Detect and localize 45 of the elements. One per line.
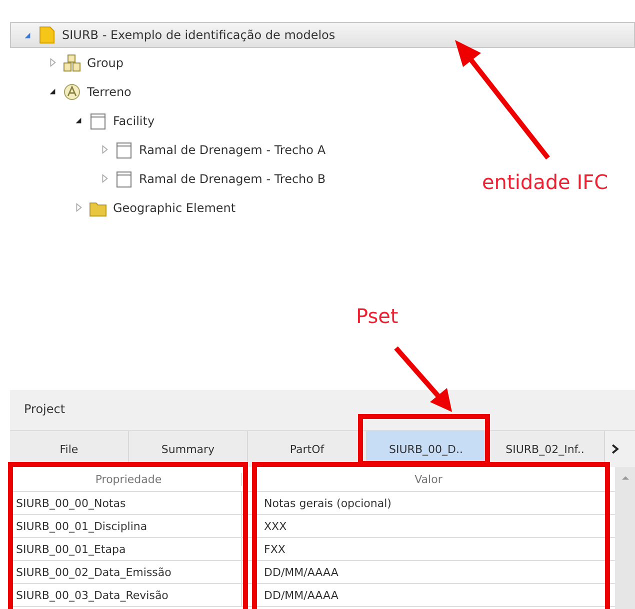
- collapsed-triangle-icon[interactable]: [74, 203, 83, 212]
- tree-label: Ramal de Drenagem - Trecho A: [139, 142, 326, 156]
- tree-item[interactable]: Terreno: [10, 77, 136, 106]
- collapsed-triangle-icon[interactable]: [100, 174, 109, 183]
- tree-label: Facility: [113, 114, 155, 128]
- table-cell-text: DD/MM/AAAA: [263, 588, 340, 604]
- table-cell-text: FXX: [263, 542, 286, 558]
- tree-item[interactable]: Geographic Element: [10, 193, 240, 222]
- table-cell: SIURB_00_02_Data_Emissão: [10, 561, 242, 583]
- arrow: [394, 346, 452, 412]
- table-cell-text: XXX: [263, 518, 288, 534]
- tree-label: SIURB - Exemplo de identificação de modelos: [62, 28, 336, 42]
- table-cell: SIURB_00_01_Disciplina: [10, 515, 242, 537]
- collapsed-triangle-icon[interactable]: [100, 145, 109, 154]
- tree-item[interactable]: Facility: [10, 106, 159, 135]
- expanded-triangle-icon[interactable]: [74, 116, 83, 125]
- table-cell: SIURB_00_00_Notas: [10, 492, 242, 514]
- tree-label: Group: [87, 56, 124, 70]
- group-icon: [63, 54, 81, 72]
- tree-item[interactable]: Ramal de Drenagem - Trecho B: [10, 164, 330, 193]
- scroll-up-icon[interactable]: [620, 475, 630, 481]
- expanded-triangle-icon[interactable]: [48, 87, 57, 96]
- table-cell-text: Notas gerais (opcional): [263, 496, 392, 512]
- tree-item[interactable]: Ramal de Drenagem - Trecho A: [10, 135, 330, 164]
- panel-title: Project: [23, 401, 66, 418]
- scrollbar[interactable]: [615, 467, 635, 609]
- collapsed-triangle-icon[interactable]: [48, 58, 57, 67]
- annotation-label: entidade IFC: [482, 170, 608, 194]
- table-cell-text: DD/MM/AAAA: [263, 564, 340, 580]
- table-cell: SIURB_00_03_Data_Revisão: [10, 584, 242, 606]
- box-icon: [115, 170, 133, 188]
- tree-label: Terreno: [87, 84, 132, 98]
- tree-item[interactable]: SIURB - Exemplo de identificação de modelos: [10, 22, 635, 48]
- column-header: Valor: [414, 472, 444, 486]
- table-cell: SIURB_00_01_Etapa: [10, 538, 242, 560]
- column-header: Propriedade: [10, 472, 242, 486]
- document-icon: [38, 26, 56, 44]
- box-icon: [115, 140, 133, 158]
- site-icon: [63, 82, 81, 100]
- box-icon: [89, 112, 107, 130]
- scroll-right-icon[interactable]: [611, 443, 619, 455]
- tree-item[interactable]: Group: [10, 48, 128, 77]
- tree-label: Ramal de Drenagem - Trecho B: [139, 172, 326, 186]
- tree-label: Geographic Element: [113, 200, 236, 214]
- annotation-label: Pset: [356, 304, 398, 328]
